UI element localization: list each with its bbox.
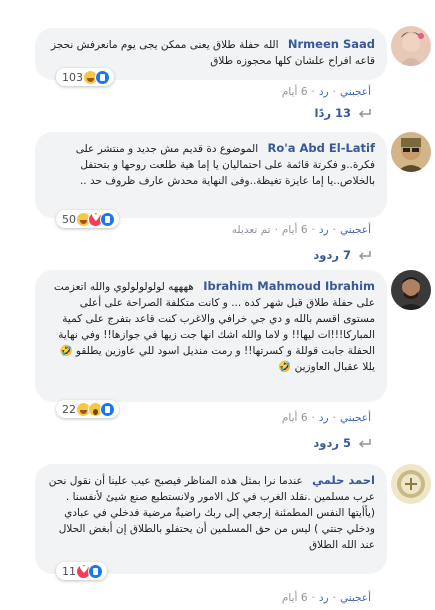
comment-actions: أعجبني·رد·6 أيام (281, 86, 371, 98)
comment-bubble: Ro'a Abd El-Latif الموضوع دة قديم مش جدي… (35, 132, 387, 218)
like-icon (88, 563, 103, 579)
comment-text: ههههه لولولولولوي والله اتعزمت على حفلة … (53, 281, 375, 373)
reactions-summary[interactable]: 50 (56, 210, 119, 228)
reply-arrow-icon (358, 439, 371, 448)
comment-author[interactable]: Ibrahim Mahmoud Ibrahim (203, 279, 375, 293)
comment-actions: أعجبني·رد·6 أيام (281, 412, 371, 424)
replies-count: 13 ردًا (314, 106, 351, 120)
comment: احمد حلمي عندما نرا بمثل هذه المناظر فيص… (0, 454, 435, 610)
view-replies-link[interactable]: 13 ردًا (315, 106, 371, 120)
comment: Ro'a Abd El-Latif الموضوع دة قديم مش جدي… (0, 124, 435, 264)
reply-link[interactable]: رد (319, 86, 329, 98)
replies-count: 5 ردود (313, 436, 351, 450)
reactions-summary[interactable]: 11 (56, 562, 107, 580)
comment-actions: أعجبني·رد·6 أيام·تم تعديله (231, 224, 371, 236)
edited-label[interactable]: تم تعديله (232, 224, 271, 236)
like-icon (100, 401, 115, 417)
timestamp[interactable]: 6 أيام (282, 412, 308, 424)
timestamp[interactable]: 6 أيام (282, 224, 308, 236)
like-icon (95, 69, 110, 85)
like-link[interactable]: أعجبني (340, 224, 371, 236)
avatar[interactable] (391, 132, 431, 172)
comments-section: Nrmeen Saad الله حفلة طلاق يعنى ممكن يجى… (0, 0, 435, 610)
avatar[interactable] (391, 26, 431, 66)
timestamp[interactable]: 6 أيام (282, 592, 308, 604)
comment: Nrmeen Saad الله حفلة طلاق يعنى ممكن يجى… (0, 0, 435, 130)
comment-actions: أعجبني·رد·6 أيام (281, 592, 371, 604)
comment-bubble: Ibrahim Mahmoud Ibrahim ههههه لولولولولو… (35, 270, 387, 402)
reactions-count: 11 (62, 564, 76, 578)
reply-link[interactable]: رد (319, 592, 329, 604)
like-link[interactable]: أعجبني (340, 86, 371, 98)
view-replies-link[interactable]: 7 ردود (313, 248, 371, 262)
reply-arrow-icon (358, 109, 371, 118)
reactions-summary[interactable]: 22 (56, 400, 119, 418)
reactions-count: 103 (62, 70, 83, 84)
replies-count: 7 ردود (313, 248, 351, 262)
reply-link[interactable]: رد (319, 224, 329, 236)
avatar[interactable] (391, 270, 431, 310)
like-icon (100, 211, 115, 227)
comment-author[interactable]: Nrmeen Saad (288, 37, 375, 51)
comment-author[interactable]: احمد حلمي (312, 473, 375, 487)
timestamp[interactable]: 6 أيام (282, 86, 308, 98)
avatar[interactable] (391, 464, 431, 504)
reply-link[interactable]: رد (319, 412, 329, 424)
reply-arrow-icon (358, 251, 371, 260)
view-replies-link[interactable]: 5 ردود (313, 436, 371, 450)
comment-author[interactable]: Ro'a Abd El-Latif (267, 141, 375, 155)
reactions-count: 22 (62, 402, 76, 416)
like-link[interactable]: أعجبني (340, 592, 371, 604)
comment: Ibrahim Mahmoud Ibrahim ههههه لولولولولو… (0, 264, 435, 454)
reactions-summary[interactable]: 103 (56, 68, 114, 86)
reactions-count: 50 (62, 212, 76, 226)
comment-bubble: احمد حلمي عندما نرا بمثل هذه المناظر فيص… (35, 464, 387, 574)
like-link[interactable]: أعجبني (340, 412, 371, 424)
